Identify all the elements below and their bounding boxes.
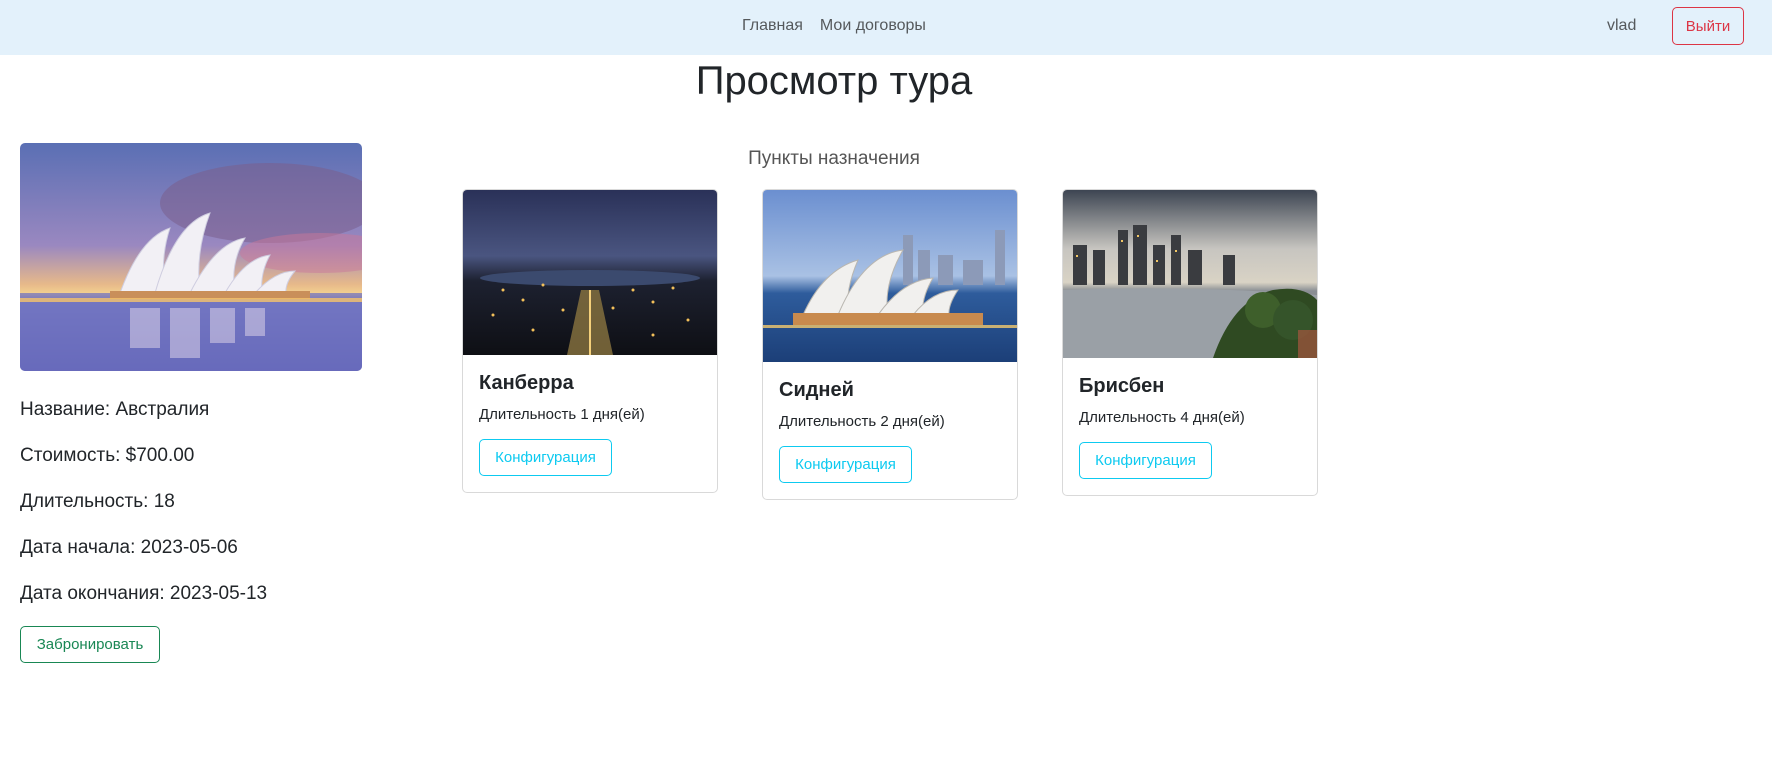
tour-end-date: Дата окончания: 2023-05-13: [20, 583, 268, 604]
user-name: vlad: [1607, 17, 1637, 34]
configure-button[interactable]: Конфигурация: [779, 446, 912, 483]
tour-start-date: Дата начала: 2023-05-06: [20, 537, 238, 558]
destination-card-sydney: Сидней Длительность 2 дня(ей) Конфигурац…: [762, 189, 1018, 500]
tour-image: [20, 143, 362, 371]
page-title: Просмотр тура: [695, 59, 973, 103]
logout-button[interactable]: Выйти: [1672, 7, 1744, 45]
nav-link-contracts[interactable]: Мои договоры: [820, 17, 926, 35]
tour-name: Название: Австралия: [20, 399, 210, 420]
sydney-image: [763, 190, 1017, 362]
destinations-heading: Пункты назначения: [748, 148, 920, 169]
card-duration: Длительность 1 дня(ей): [479, 406, 645, 423]
card-title: Сидней: [779, 379, 854, 401]
card-duration: Длительность 2 дня(ей): [779, 413, 945, 430]
tour-duration: Длительность: 18: [20, 491, 175, 512]
tour-price: Стоимость: $700.00: [20, 445, 195, 466]
tour-info: Название: Австралия Стоимость: $700.00 Д…: [20, 399, 267, 629]
brisbane-image: [1063, 190, 1317, 358]
configure-button[interactable]: Конфигурация: [479, 439, 612, 476]
canberra-image: [463, 190, 717, 355]
card-title: Брисбен: [1079, 375, 1165, 397]
card-title: Канберра: [479, 372, 574, 394]
destination-card-canberra: Канберра Длительность 1 дня(ей) Конфигур…: [462, 189, 718, 493]
nav-link-home[interactable]: Главная: [742, 17, 803, 35]
nav-links: Главная Мои договоры: [742, 17, 926, 35]
book-button[interactable]: Забронировать: [20, 626, 160, 663]
navbar: Главная Мои договоры vlad Выйти: [0, 0, 1772, 55]
destination-card-brisbane: Брисбен Длительность 4 дня(ей) Конфигура…: [1062, 189, 1318, 496]
card-duration: Длительность 4 дня(ей): [1079, 409, 1245, 426]
configure-button[interactable]: Конфигурация: [1079, 442, 1212, 479]
